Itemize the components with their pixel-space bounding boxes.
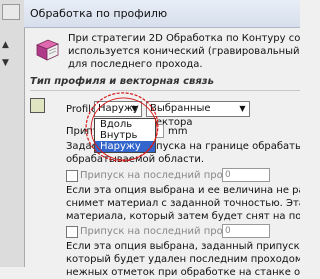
desc-line: нежных отметок при обработке на станке о… [66, 267, 300, 278]
annotation-circle-overlay [85, 92, 159, 162]
